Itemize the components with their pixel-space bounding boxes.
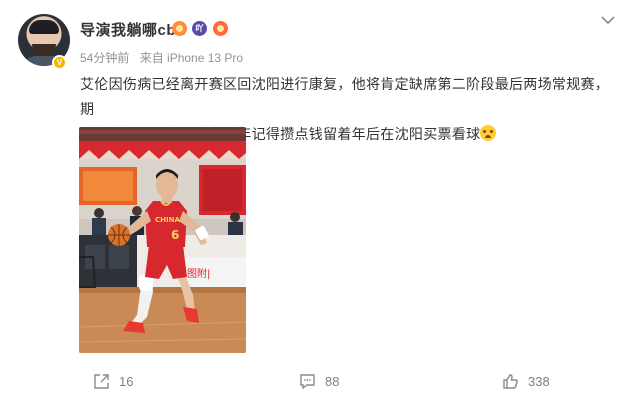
- jersey-number: 6: [171, 228, 179, 242]
- post-text-line-1: 艾伦因伤病已经离开赛区回沈阳进行康复，他将肯定缺席第二阶段最后两场常规赛，期: [80, 76, 610, 117]
- comment-button[interactable]: 88: [299, 372, 339, 390]
- chevron-down-icon[interactable]: [600, 14, 616, 26]
- repost-button[interactable]: 16: [93, 372, 133, 390]
- member-badge-icon[interactable]: 吖: [192, 21, 207, 36]
- like-icon: [503, 373, 518, 389]
- comment-icon: [300, 373, 315, 389]
- jersey-text: CHINA: [155, 216, 180, 224]
- action-bar: 16 88 338: [0, 366, 640, 396]
- post-source: 来自 iPhone 13 Pro: [139, 51, 244, 65]
- post-time[interactable]: 54分钟前: [80, 51, 129, 65]
- crying-face-emoji: [480, 125, 497, 141]
- post-photo[interactable]: 图附| CHINA 6: [79, 127, 246, 353]
- post-meta: 54分钟前 来自 iPhone 13 Pro: [80, 49, 250, 66]
- avatar-hair: [29, 20, 59, 34]
- comment-count: 88: [325, 373, 340, 389]
- fan-badge-icon[interactable]: [172, 21, 187, 36]
- repost-count: 16: [119, 373, 134, 389]
- verified-badge: V: [52, 55, 67, 70]
- like-button[interactable]: 338: [502, 372, 550, 390]
- author-name[interactable]: 导演我躺哪cba: [80, 19, 185, 40]
- avatar-beard: [32, 44, 56, 56]
- photo-illustration: 图附| CHINA 6: [79, 127, 246, 353]
- weibo-post: V 导演我躺哪cba 吖 54分钟前 来自 iPhone 13 Pro 艾伦因伤…: [0, 0, 640, 398]
- repost-icon: [94, 373, 109, 389]
- ad-board-text: 图附|: [187, 267, 215, 280]
- like-count: 338: [528, 373, 550, 389]
- hot-badge-icon[interactable]: [213, 21, 228, 36]
